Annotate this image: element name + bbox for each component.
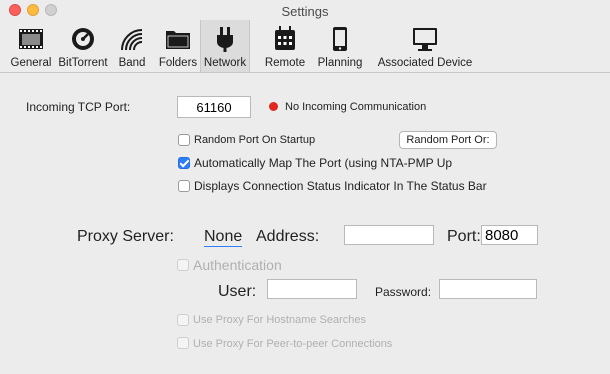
status-indicator-checkbox[interactable] <box>178 180 190 192</box>
tab-label: Planning <box>317 57 363 69</box>
tab-network[interactable]: Network <box>200 20 250 72</box>
remote-icon <box>275 26 295 50</box>
auto-map-port-label: Automatically Map The Port (using NTA-PM… <box>194 156 453 170</box>
hostname-proxy-checkbox[interactable] <box>177 314 189 326</box>
p2p-proxy-label: Use Proxy For Peer-to-peer Connections <box>193 338 393 350</box>
proxy-password-label: Password: <box>375 285 432 299</box>
tab-associated-device[interactable]: Associated Device <box>368 20 482 72</box>
folder-icon <box>166 31 190 49</box>
tab-general[interactable]: General <box>6 20 56 72</box>
random-port-startup-label: Random Port On Startup <box>194 134 316 146</box>
tab-bittorrent[interactable]: BitTorrent <box>57 20 109 72</box>
monitor-icon <box>413 28 437 51</box>
window-title: Settings <box>281 4 329 19</box>
incoming-port-input[interactable] <box>177 96 251 118</box>
proxy-port-input[interactable] <box>481 225 538 245</box>
tab-label: Remote <box>264 57 306 69</box>
auto-map-port-checkbox[interactable] <box>178 157 190 169</box>
plug-icon <box>217 27 233 52</box>
tab-label: Network <box>203 57 247 69</box>
tab-label: General <box>10 57 52 69</box>
calendar-icon <box>333 27 347 51</box>
bittorrent-icon <box>72 28 94 50</box>
authentication-label: Authentication <box>193 257 282 273</box>
status-indicator-label: Displays Connection Status Indicator In … <box>194 179 487 193</box>
bandwidth-icon <box>121 29 143 51</box>
connection-status-text: No Incoming Communication <box>285 101 427 113</box>
tab-remote[interactable]: Remote <box>258 20 312 72</box>
proxy-server-label: Proxy Server: <box>77 228 174 245</box>
tab-folders[interactable]: Folders <box>155 20 201 72</box>
tab-label: Folders <box>158 57 198 69</box>
random-port-button[interactable]: Random Port Or: <box>399 131 497 149</box>
authentication-checkbox[interactable] <box>177 259 189 271</box>
random-port-startup-checkbox[interactable] <box>178 134 190 146</box>
tab-label: BitTorrent <box>58 57 108 69</box>
status-led-icon <box>269 102 278 111</box>
proxy-password-input[interactable] <box>439 279 537 299</box>
tab-bandwidth[interactable]: Band <box>110 20 154 72</box>
general-icon <box>19 29 43 49</box>
tab-planning[interactable]: Planning <box>312 20 368 72</box>
preferences-toolbar: General BitTorrent Band Folders Network … <box>0 20 610 73</box>
incoming-port-label: Incoming TCP Port: <box>26 100 131 114</box>
proxy-user-input[interactable] <box>267 279 357 299</box>
tab-label: Band <box>118 57 146 69</box>
hostname-proxy-label: Use Proxy For Hostname Searches <box>193 314 367 326</box>
p2p-proxy-checkbox[interactable] <box>177 337 189 349</box>
proxy-address-label: Address: <box>256 228 320 245</box>
title-bar: Settings <box>0 0 610 22</box>
tab-label: Associated Device <box>377 57 473 69</box>
proxy-server-select[interactable]: None <box>204 228 243 247</box>
proxy-port-label: Port: <box>447 228 481 245</box>
proxy-user-label: User: <box>218 283 257 300</box>
proxy-address-input[interactable] <box>344 225 434 245</box>
settings-window: Settings General BitTorrent Band Folders… <box>0 0 610 374</box>
